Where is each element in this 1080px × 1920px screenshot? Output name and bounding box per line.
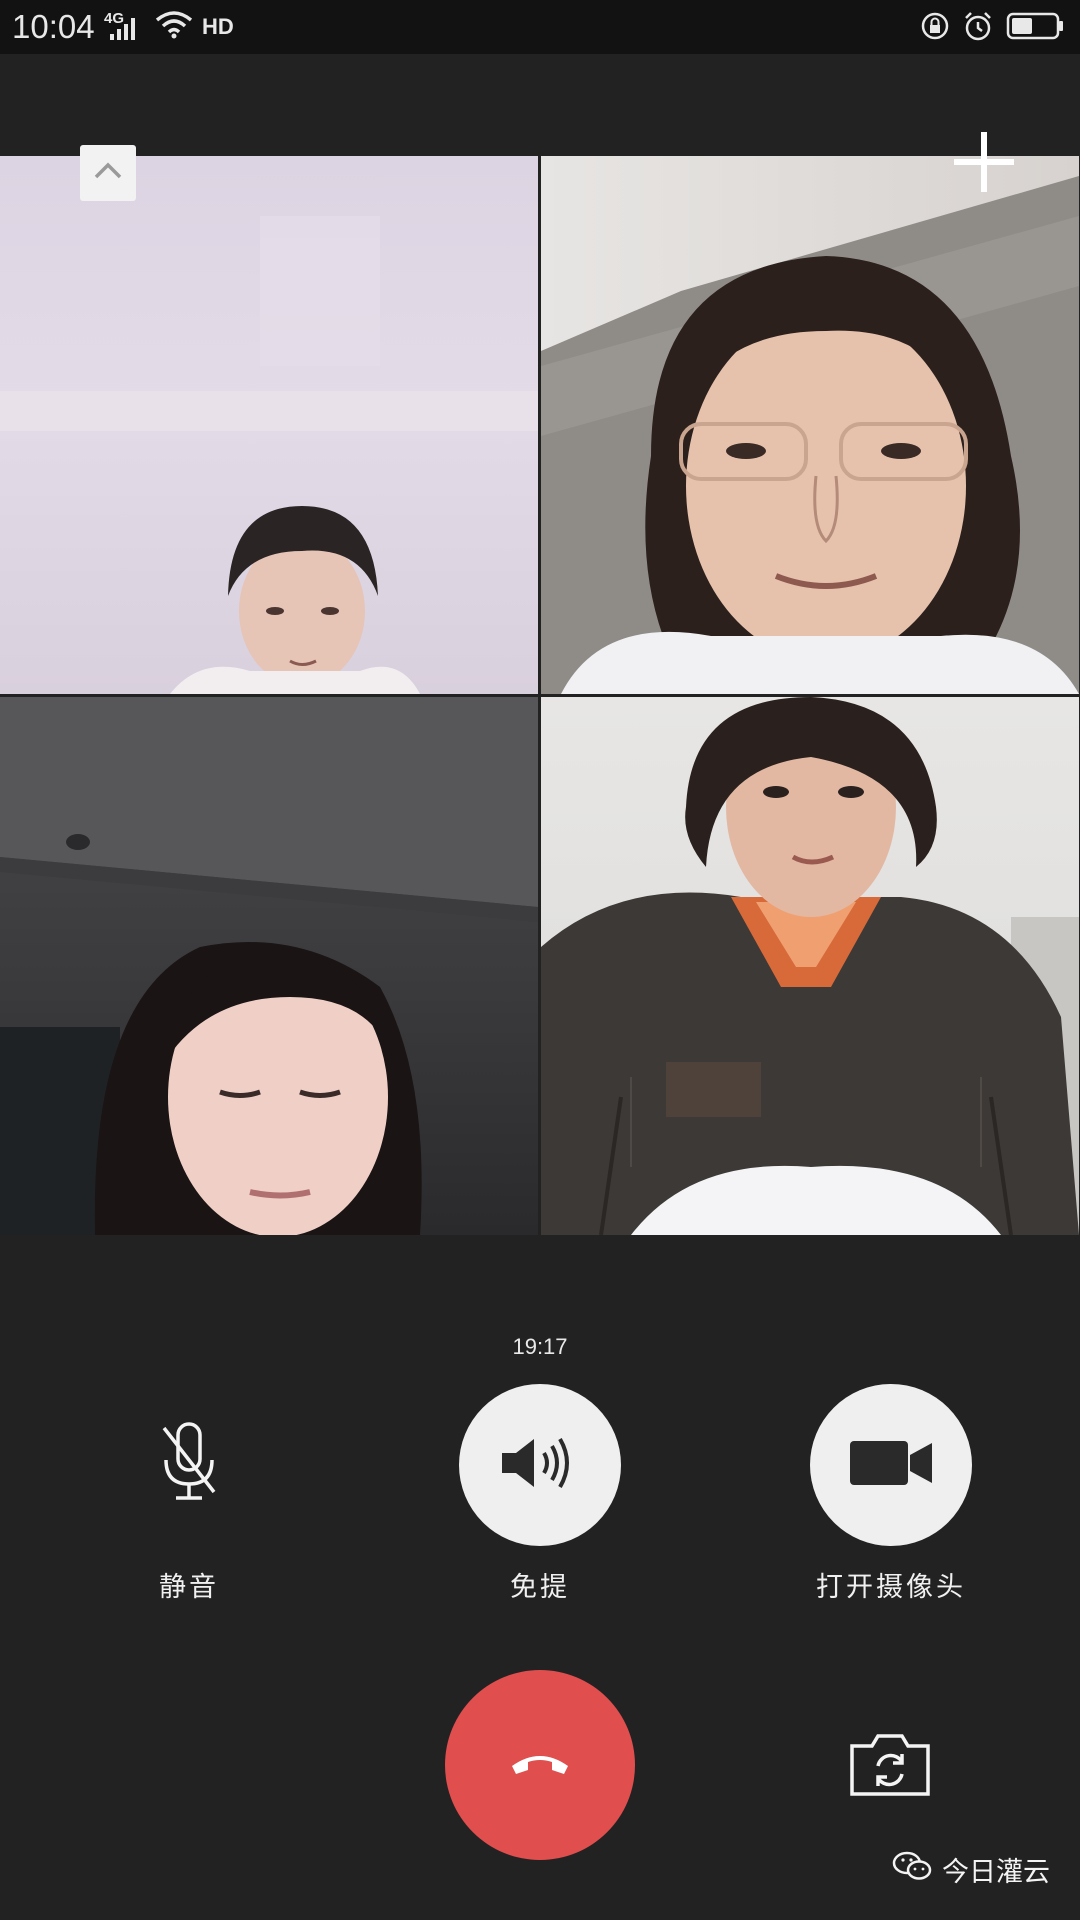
participant-video-3[interactable] bbox=[0, 697, 538, 1235]
participant-1-image bbox=[0, 216, 538, 694]
switch-camera-icon bbox=[848, 1734, 932, 1802]
watermark: 今日灌云 bbox=[892, 1850, 1050, 1889]
add-member-button[interactable] bbox=[950, 128, 1018, 196]
plus-icon bbox=[950, 132, 1018, 200]
video-camera-icon bbox=[848, 1437, 934, 1493]
wechat-icon bbox=[892, 1850, 932, 1889]
status-time: 10:04 bbox=[12, 8, 95, 45]
call-duration: 19:17 bbox=[512, 1334, 568, 1359]
status-right-icons bbox=[920, 10, 1066, 46]
alarm-icon bbox=[962, 10, 994, 46]
speaker-icon bbox=[498, 1433, 582, 1497]
camera-label: 打开摄像头 bbox=[816, 1572, 966, 1603]
signal-icon: 4G bbox=[104, 10, 146, 42]
video-grid bbox=[0, 156, 1080, 1236]
battery-icon bbox=[1006, 11, 1066, 45]
speaker-label: 免提 bbox=[510, 1572, 570, 1603]
mute-button-area[interactable] bbox=[108, 1384, 270, 1546]
switch-camera-button[interactable] bbox=[848, 1730, 932, 1798]
status-bar: 10:04 4G HD bbox=[0, 0, 1080, 54]
mute-button[interactable] bbox=[108, 1384, 270, 1546]
microphone-muted-icon bbox=[154, 1418, 224, 1512]
mute-label: 静音 bbox=[159, 1572, 219, 1603]
participant-video-2[interactable] bbox=[541, 156, 1079, 694]
speaker-circle[interactable] bbox=[459, 1384, 621, 1546]
phone-hangup-icon bbox=[508, 1748, 572, 1782]
watermark-text: 今日灌云 bbox=[942, 1857, 1050, 1888]
participant-4-image bbox=[541, 697, 1079, 1235]
chevron-up-icon bbox=[93, 161, 123, 185]
camera-circle[interactable] bbox=[810, 1384, 972, 1546]
participant-video-1[interactable] bbox=[0, 156, 538, 694]
participant-video-4[interactable] bbox=[541, 697, 1079, 1235]
camera-button[interactable] bbox=[810, 1384, 972, 1546]
lock-rotation-icon bbox=[920, 11, 950, 45]
participant-3-image bbox=[0, 697, 538, 1235]
wifi-icon bbox=[154, 10, 194, 44]
hang-up-button[interactable] bbox=[445, 1670, 635, 1860]
minimize-button[interactable] bbox=[80, 145, 136, 201]
speaker-button[interactable] bbox=[459, 1384, 621, 1546]
status-left-icons: 4G HD bbox=[104, 10, 234, 44]
hd-icon: HD bbox=[202, 14, 234, 39]
participant-2-image bbox=[541, 176, 1079, 694]
